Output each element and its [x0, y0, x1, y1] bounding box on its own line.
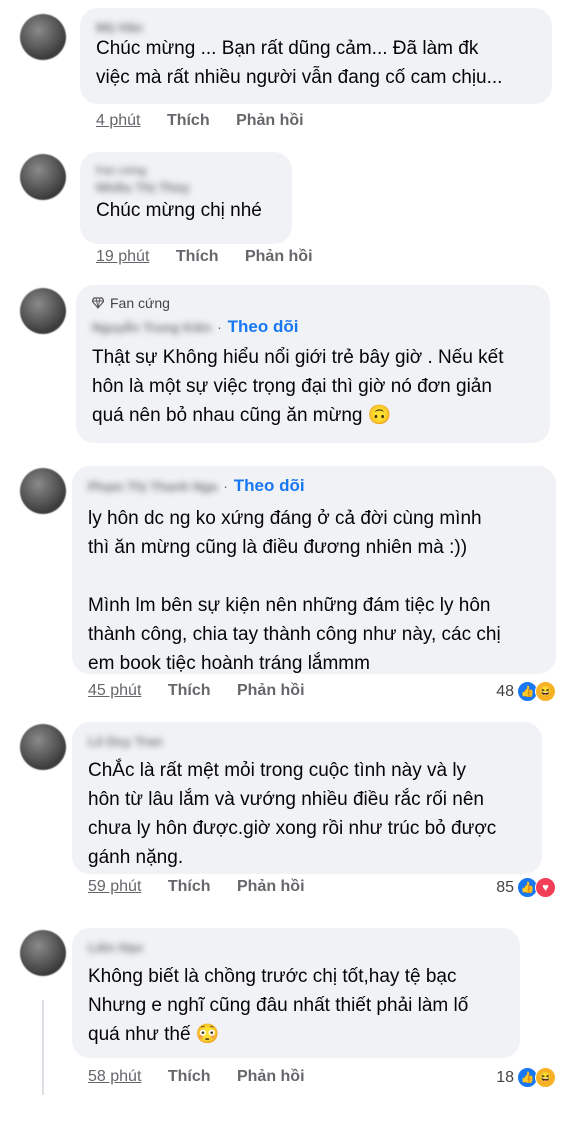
- reply-button[interactable]: Phản hồi: [245, 248, 313, 265]
- comment-bubble: Lê Duy Tran ChẮc là rất mệt mỏi trong cu…: [72, 722, 542, 874]
- reply-button[interactable]: Phản hồi: [236, 112, 304, 129]
- comment-text: ly hôn dc ng ko xứng đáng ở cả đời cùng …: [88, 504, 542, 678]
- comment-actions: 45 phút Thích Phản hồi: [88, 682, 327, 700]
- comment-actions: 19 phút Thích Phản hồi: [96, 248, 335, 266]
- thread-line: [42, 1000, 44, 1095]
- like-button[interactable]: Thích: [167, 112, 210, 129]
- comment-bubble: Phạm Thị Thanh Nga · Theo dõi ly hôn dc …: [72, 466, 556, 674]
- like-button[interactable]: Thích: [168, 682, 211, 699]
- comment-actions: 58 phút Thích Phản hồi: [88, 1068, 327, 1086]
- avatar[interactable]: [20, 724, 66, 770]
- timestamp-link[interactable]: 59 phút: [88, 878, 141, 895]
- avatar[interactable]: [20, 930, 66, 976]
- separator-dot: ·: [217, 319, 222, 335]
- timestamp-link[interactable]: 19 phút: [96, 248, 149, 265]
- reply-button[interactable]: Phản hồi: [237, 682, 305, 699]
- comment-text: Chúc mừng chị nhé: [96, 200, 262, 221]
- like-button[interactable]: Thích: [176, 248, 219, 265]
- commenter-name[interactable]: Phạm Thị Thanh Nga: [88, 479, 217, 494]
- reply-button[interactable]: Phản hồi: [237, 878, 305, 895]
- reaction-summary[interactable]: 85 👍 ♥: [496, 877, 556, 898]
- like-button[interactable]: Thích: [168, 1068, 211, 1085]
- commenter-name[interactable]: Liên Hạo: [88, 940, 143, 955]
- timestamp-link[interactable]: 45 phút: [88, 682, 141, 699]
- reaction-summary[interactable]: 18 👍 😆: [496, 1067, 556, 1088]
- timestamp-link[interactable]: 58 phút: [88, 1068, 141, 1085]
- fan-badge-label: Fan cứng: [96, 165, 147, 178]
- commenter-name[interactable]: Nhiều Thị Thùy: [96, 180, 190, 195]
- comment-text: Chúc mừng ... Bạn rất dũng cảm... Đã làm…: [96, 38, 503, 88]
- commenter-name[interactable]: Mộ Hân: [96, 20, 143, 35]
- comment-bubble: Fan cứng Nhiều Thị Thùy Chúc mừng chị nh…: [80, 152, 292, 244]
- timestamp-link[interactable]: 4 phút: [96, 112, 140, 129]
- reaction-summary[interactable]: 48 👍 😆: [496, 681, 556, 702]
- like-button[interactable]: Thích: [168, 878, 211, 895]
- comment-bubble: Fan cứng Nguyễn Trung Kiên · Theo dõi Th…: [76, 285, 550, 443]
- haha-icon: 😆: [535, 681, 556, 702]
- commenter-name[interactable]: Lê Duy Tran: [88, 734, 162, 749]
- comment-text: ChẮc là rất mệt mỏi trong cuộc tình này …: [88, 760, 497, 868]
- follow-link[interactable]: Theo dõi: [234, 476, 305, 495]
- comment-text: Thật sự Không hiểu nổi giới trẻ bây giờ …: [92, 347, 504, 426]
- reaction-count: 85: [496, 878, 514, 896]
- avatar[interactable]: [20, 468, 66, 514]
- avatar[interactable]: [20, 288, 66, 334]
- separator-dot: ·: [223, 478, 228, 494]
- reply-button[interactable]: Phản hồi: [237, 1068, 305, 1085]
- reaction-count: 18: [496, 1068, 514, 1086]
- comment-bubble: Liên Hạo Không biết là chồng trước chị t…: [72, 928, 520, 1058]
- comment-text: Không biết là chồng trước chị tốt,hay tệ…: [88, 966, 469, 1045]
- love-icon: ♥: [535, 877, 556, 898]
- comment-actions: 4 phút Thích Phản hồi: [96, 112, 326, 130]
- fan-badge-label: Fan cứng: [110, 295, 170, 311]
- comment-actions: 59 phút Thích Phản hồi: [88, 878, 327, 896]
- fan-badge: Fan cứng: [92, 295, 536, 317]
- comment-bubble: Mộ Hân Chúc mừng ... Bạn rất dũng cảm...…: [80, 8, 552, 104]
- reaction-count: 48: [496, 682, 514, 700]
- avatar[interactable]: [20, 14, 66, 60]
- diamond-icon: [92, 297, 104, 309]
- haha-icon: 😆: [535, 1067, 556, 1088]
- avatar[interactable]: [20, 154, 66, 200]
- follow-link[interactable]: Theo dõi: [228, 317, 299, 336]
- commenter-name[interactable]: Nguyễn Trung Kiên: [92, 320, 211, 335]
